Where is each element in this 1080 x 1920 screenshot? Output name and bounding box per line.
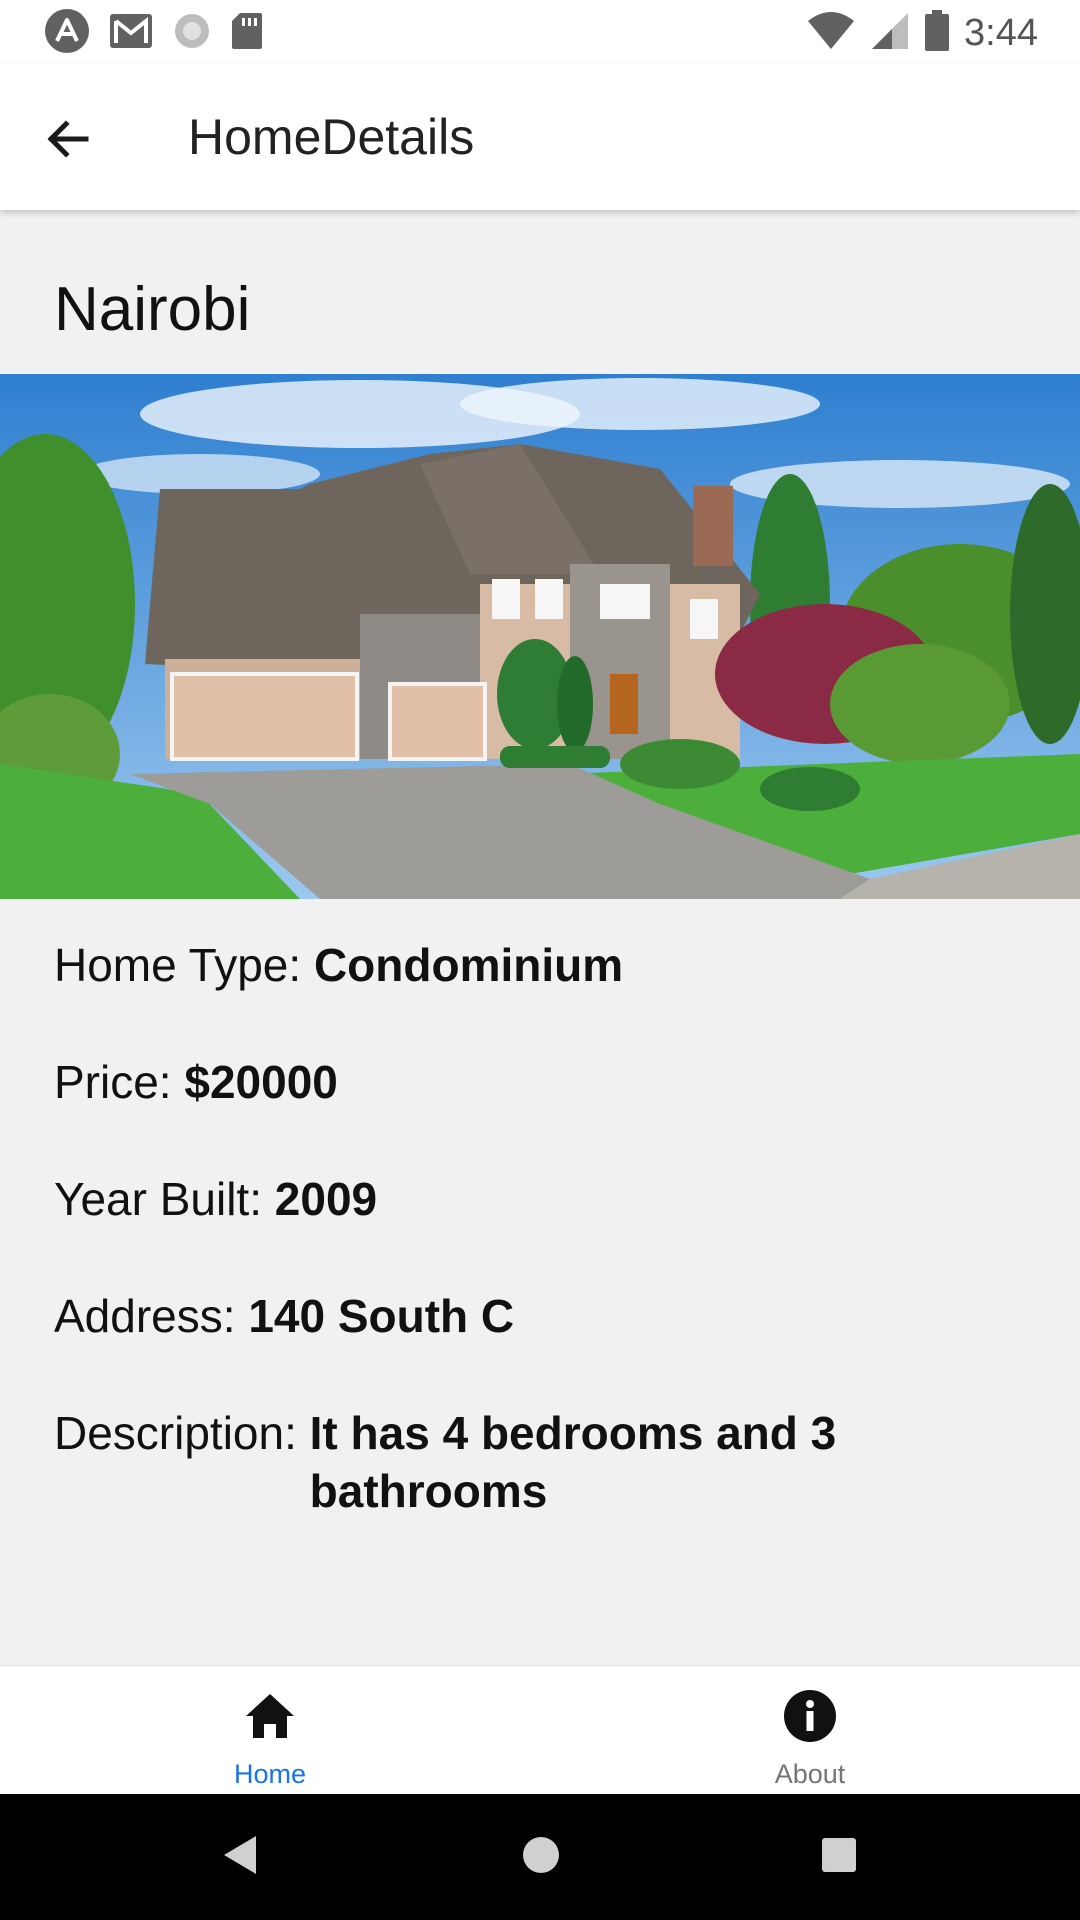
status-left-icons	[44, 8, 264, 58]
home-circle-icon[interactable]	[521, 1835, 561, 1880]
bottom-navigation: Home About	[0, 1665, 1080, 1794]
detail-label: Address:	[54, 1290, 249, 1342]
nav-item-home[interactable]: Home	[0, 1666, 540, 1795]
info-icon	[540, 1688, 1080, 1748]
nav-label-home: Home	[233, 1759, 307, 1789]
status-time: 3:44	[964, 11, 1038, 54]
detail-label: Description:	[54, 1407, 310, 1459]
detail-value: It has 4 bedrooms and 3 bathrooms	[309, 1407, 837, 1517]
detail-price: Price: $20000	[54, 1053, 1034, 1111]
detail-label: Home Type:	[54, 939, 314, 991]
signal-icon	[870, 11, 910, 56]
assistant-icon	[44, 8, 90, 59]
detail-description: Description: It has 4 bedrooms and 3 bat…	[54, 1404, 1034, 1520]
home-details-content: Nairobi Home Type: Condominium Price: $2…	[0, 210, 1080, 1665]
home-icon	[0, 1688, 540, 1748]
detail-value: 140 South C	[248, 1290, 515, 1342]
home-details-list: Home Type: Condominium Price: $20000 Yea…	[54, 936, 1034, 1579]
house-photo	[0, 374, 1080, 899]
detail-year-built: Year Built: 2009	[54, 1170, 1034, 1228]
gmail-icon	[108, 11, 154, 56]
back-triangle-icon[interactable]	[222, 1834, 258, 1881]
detail-value: 2009	[274, 1173, 378, 1225]
nav-label-about: About	[774, 1759, 846, 1789]
app-bar: HomeDetails	[0, 64, 1080, 210]
back-button[interactable]	[30, 104, 106, 174]
detail-label: Year Built:	[54, 1173, 275, 1225]
nav-item-about[interactable]: About	[540, 1666, 1080, 1795]
detail-address: Address: 140 South C	[54, 1287, 1034, 1345]
system-navigation-bar	[0, 1794, 1080, 1920]
status-right-icons: 3:44	[806, 8, 1038, 58]
page-title: HomeDetails	[188, 109, 475, 165]
detail-label: Price:	[54, 1056, 185, 1108]
detail-home-type: Home Type: Condominium	[54, 936, 1034, 994]
city-heading: Nairobi	[54, 275, 251, 344]
loading-icon	[172, 11, 212, 56]
sd-card-icon	[230, 11, 264, 56]
wifi-icon	[806, 11, 856, 56]
detail-value: $20000	[184, 1056, 338, 1108]
arrow-back-icon	[47, 120, 89, 158]
detail-value: Condominium	[313, 939, 624, 991]
battery-icon	[924, 9, 950, 57]
recents-square-icon[interactable]	[821, 1837, 857, 1878]
status-bar: 3:44	[0, 0, 1080, 64]
